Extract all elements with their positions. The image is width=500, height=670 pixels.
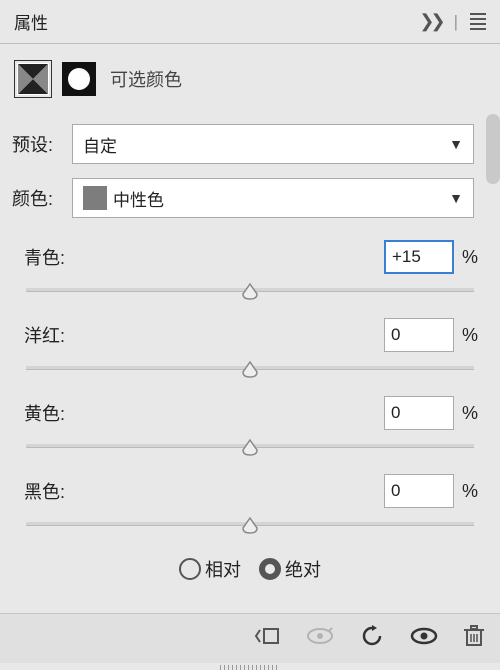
color-label: 颜色: xyxy=(12,185,72,211)
slider-label: 黑色: xyxy=(24,478,65,504)
slider-thumb[interactable] xyxy=(241,516,259,534)
slider-track[interactable] xyxy=(26,436,474,460)
delete-icon[interactable] xyxy=(464,625,484,652)
slider-label: 黄色: xyxy=(24,400,65,426)
slider-track[interactable] xyxy=(26,280,474,304)
slider-track[interactable] xyxy=(26,514,474,538)
preset-label: 预设: xyxy=(12,131,72,157)
title-bar: 属性 ❯❯ | xyxy=(0,0,500,44)
properties-panel: 属性 ❯❯ | 可选颜色 预设: 自定 ▼ 颜色: 中性色 xyxy=(0,0,500,670)
color-row: 颜色: 中性色 ▼ xyxy=(12,178,488,218)
slider-label: 青色: xyxy=(24,244,65,270)
layer-mask-icon[interactable] xyxy=(62,62,96,96)
slider-3: 黑色:% xyxy=(16,474,484,538)
visibility-icon[interactable] xyxy=(410,627,438,650)
adjustment-header: 可选颜色 xyxy=(0,44,500,112)
chevron-down-icon: ▼ xyxy=(449,190,463,206)
unit-label: % xyxy=(462,481,478,502)
resize-handle[interactable] xyxy=(0,663,500,670)
bottom-toolbar xyxy=(0,613,500,663)
slider-label: 洋红: xyxy=(24,322,65,348)
slider-thumb[interactable] xyxy=(241,438,259,456)
panel-body: 预设: 自定 ▼ 颜色: 中性色 ▼ 青色:%洋红:%黄色:%黑色:% 相对 xyxy=(0,112,500,613)
slider-value-input[interactable] xyxy=(384,240,454,274)
clip-to-layer-icon[interactable] xyxy=(254,626,280,651)
view-previous-icon[interactable] xyxy=(306,627,334,650)
slider-value-input[interactable] xyxy=(384,396,454,430)
unit-label: % xyxy=(462,247,478,268)
selective-color-icon[interactable] xyxy=(14,60,52,98)
panel-title: 属性 xyxy=(14,9,48,34)
method-relative-radio[interactable]: 相对 xyxy=(179,556,241,582)
slider-track[interactable] xyxy=(26,358,474,382)
slider-value-input[interactable] xyxy=(384,474,454,508)
slider-0: 青色:% xyxy=(16,240,484,304)
method-radio-group: 相对 绝对 xyxy=(12,556,488,582)
preset-select[interactable]: 自定 ▼ xyxy=(72,124,474,164)
slider-thumb[interactable] xyxy=(241,360,259,378)
preset-row: 预设: 自定 ▼ xyxy=(12,124,488,164)
slider-2: 黄色:% xyxy=(16,396,484,460)
color-value: 中性色 xyxy=(113,186,164,211)
slider-1: 洋红:% xyxy=(16,318,484,382)
panel-menu-icon[interactable] xyxy=(470,13,486,30)
slider-thumb[interactable] xyxy=(241,282,259,300)
reset-icon[interactable] xyxy=(360,625,384,652)
radio-label: 绝对 xyxy=(285,556,321,582)
radio-label: 相对 xyxy=(205,556,241,582)
color-select[interactable]: 中性色 ▼ xyxy=(72,178,474,218)
chevron-down-icon: ▼ xyxy=(449,136,463,152)
scrollbar-thumb[interactable] xyxy=(486,114,500,184)
unit-label: % xyxy=(462,325,478,346)
collapse-chevrons-icon[interactable]: ❯❯ xyxy=(419,11,441,32)
slider-value-input[interactable] xyxy=(384,318,454,352)
preset-value: 自定 xyxy=(83,132,117,157)
unit-label: % xyxy=(462,403,478,424)
adjustment-label: 可选颜色 xyxy=(110,66,182,92)
separator: | xyxy=(454,12,458,32)
method-absolute-radio[interactable]: 绝对 xyxy=(259,556,321,582)
color-swatch xyxy=(83,186,107,210)
